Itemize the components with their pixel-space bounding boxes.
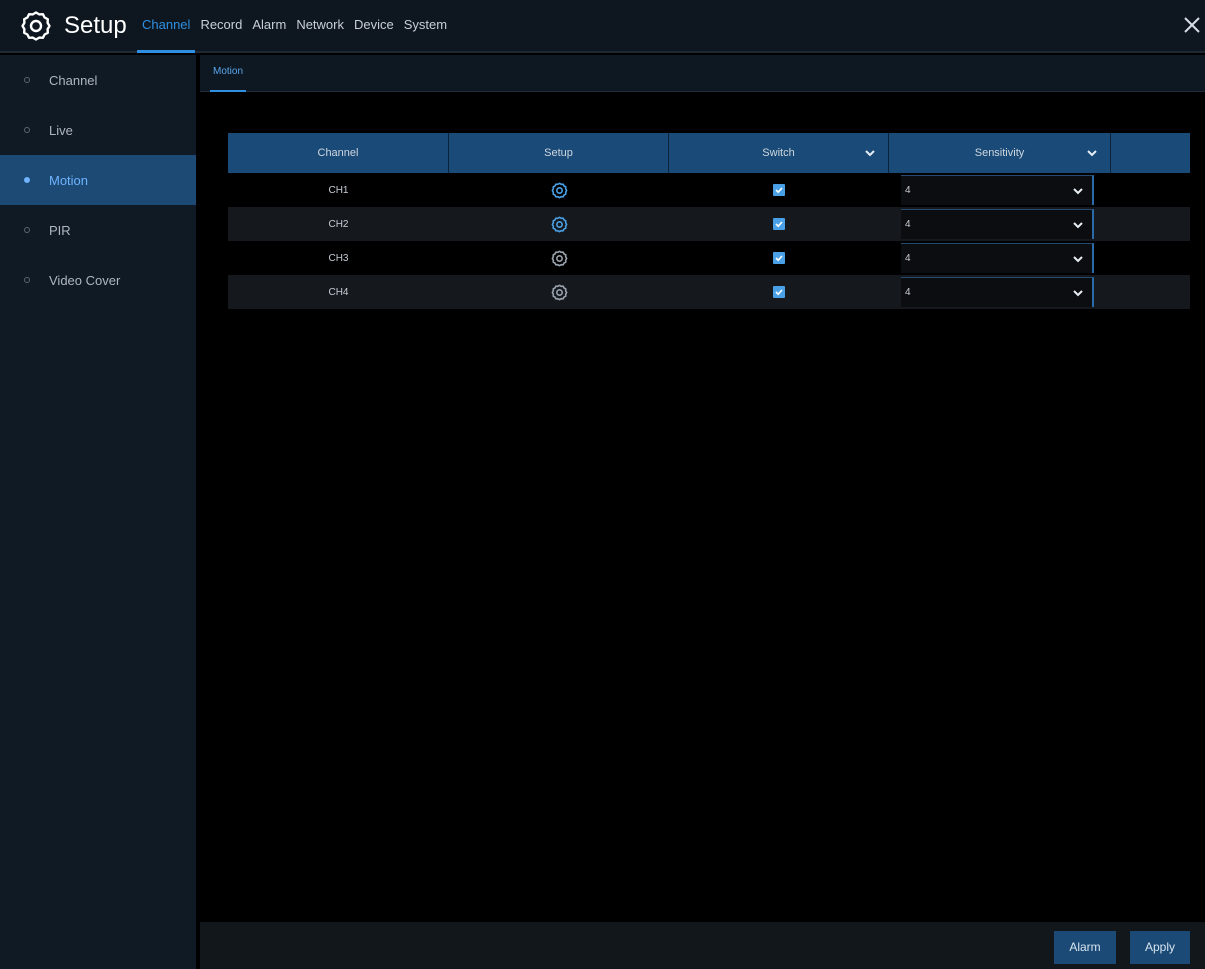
sidebar-item-label: Motion — [49, 172, 89, 188]
chevron-down-icon — [1073, 222, 1083, 229]
setup-cell — [449, 275, 669, 309]
sidebar-item-pir[interactable]: PIR — [0, 205, 196, 255]
top-bar: Setup Channel Record Alarm Network Devic… — [0, 0, 1205, 53]
sidebar-item-label: PIR — [49, 222, 71, 238]
column-header-setup: Setup — [449, 133, 669, 173]
apply-button[interactable]: Apply — [1130, 931, 1190, 964]
bottom-bar: Alarm Apply — [200, 922, 1205, 969]
gear-icon[interactable] — [551, 284, 568, 301]
bullet-icon — [24, 177, 30, 183]
bullet-icon — [24, 227, 30, 233]
switch-checkbox[interactable] — [773, 286, 785, 298]
setup-cell — [449, 173, 669, 207]
chevron-down-icon — [1073, 290, 1083, 297]
bullet-icon — [24, 277, 30, 283]
menu-item-system[interactable]: System — [399, 0, 452, 53]
chevron-down-icon — [1073, 188, 1083, 195]
setup-cell — [449, 241, 669, 275]
switch-checkbox[interactable] — [773, 252, 785, 264]
table-row: CH3 4 — [228, 241, 1190, 275]
table-row: CH4 4 — [228, 275, 1190, 309]
sidebar: Channel Live Motion PIR Video Cover — [0, 55, 196, 969]
setup-cell — [449, 207, 669, 241]
switch-cell — [669, 241, 889, 275]
sensitivity-select[interactable]: 4 — [901, 175, 1094, 205]
sidebar-item-channel[interactable]: Channel — [0, 55, 196, 105]
menu-item-alarm[interactable]: Alarm — [247, 0, 291, 53]
chevron-down-icon — [1073, 256, 1083, 263]
sidebar-item-video-cover[interactable]: Video Cover — [0, 255, 196, 305]
sidebar-item-motion[interactable]: Motion — [0, 155, 196, 205]
sensitivity-cell: 4 — [889, 173, 1111, 207]
switch-checkbox[interactable] — [773, 218, 785, 230]
sensitivity-select[interactable]: 4 — [901, 243, 1094, 273]
column-header-label: Switch — [762, 147, 795, 159]
table-header: Channel Setup Switch Sensitivity — [228, 133, 1190, 173]
gear-icon[interactable] — [551, 250, 568, 267]
channel-cell: CH4 — [328, 286, 349, 298]
switch-checkbox[interactable] — [773, 184, 785, 196]
empty-cell — [1111, 173, 1190, 207]
column-header-empty — [1111, 133, 1190, 173]
switch-cell — [669, 173, 889, 207]
motion-table: Channel Setup Switch Sensitivity CH1 4 C… — [228, 133, 1190, 309]
column-header-sensitivity[interactable]: Sensitivity — [889, 133, 1111, 173]
empty-cell — [1111, 275, 1190, 309]
subtab-bar: Motion — [200, 55, 1205, 92]
bullet-icon — [24, 77, 30, 83]
column-header-switch[interactable]: Switch — [669, 133, 889, 173]
channel-cell: CH3 — [328, 252, 349, 264]
main-panel: Motion Channel Setup Switch Sensitivity … — [200, 55, 1205, 969]
chevron-down-icon[interactable] — [1086, 147, 1098, 159]
empty-cell — [1111, 241, 1190, 275]
menu-item-record[interactable]: Record — [195, 0, 247, 53]
tab-motion[interactable]: Motion — [210, 55, 247, 92]
sensitivity-cell: 4 — [889, 275, 1111, 309]
column-header-label: Sensitivity — [974, 147, 1025, 159]
checkmark-icon — [775, 221, 783, 228]
menu-item-network[interactable]: Network — [291, 0, 349, 53]
channel-cell: CH2 — [328, 218, 349, 230]
menu-item-device[interactable]: Device — [349, 0, 399, 53]
main-menu: Channel Record Alarm Network Device Syst… — [137, 0, 452, 53]
sensitivity-cell: 4 — [889, 241, 1111, 275]
sensitivity-cell: 4 — [889, 207, 1111, 241]
sensitivity-select[interactable]: 4 — [901, 277, 1094, 307]
sensitivity-value: 4 — [905, 287, 911, 298]
checkmark-icon — [775, 187, 783, 194]
table-row: CH1 4 — [228, 173, 1190, 207]
table-row: CH2 4 — [228, 207, 1190, 241]
close-icon[interactable] — [1181, 14, 1203, 36]
menu-item-channel[interactable]: Channel — [137, 0, 196, 53]
gear-icon — [21, 11, 51, 41]
checkmark-icon — [775, 255, 783, 262]
app-title: Setup — [64, 12, 127, 39]
sensitivity-value: 4 — [905, 253, 911, 264]
empty-cell — [1111, 207, 1190, 241]
sensitivity-value: 4 — [905, 219, 911, 230]
alarm-button[interactable]: Alarm — [1054, 931, 1116, 964]
channel-cell: CH1 — [328, 184, 349, 196]
sidebar-item-label: Live — [49, 122, 73, 138]
sensitivity-value: 4 — [905, 185, 911, 196]
switch-cell — [669, 207, 889, 241]
gear-icon[interactable] — [551, 182, 568, 199]
sidebar-item-label: Video Cover — [49, 272, 121, 288]
sidebar-item-live[interactable]: Live — [0, 105, 196, 155]
bullet-icon — [24, 127, 30, 133]
checkmark-icon — [775, 289, 783, 296]
sensitivity-select[interactable]: 4 — [901, 209, 1094, 239]
chevron-down-icon[interactable] — [864, 147, 876, 159]
gear-icon[interactable] — [551, 216, 568, 233]
column-header-channel: Channel — [228, 133, 449, 173]
sidebar-item-label: Channel — [49, 72, 98, 88]
switch-cell — [669, 275, 889, 309]
